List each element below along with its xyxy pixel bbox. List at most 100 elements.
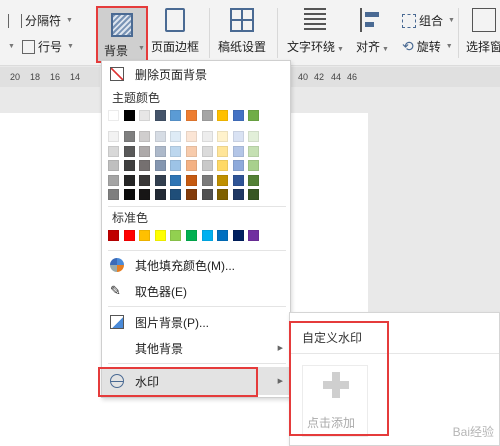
ruler-right: 40 42 44 46 bbox=[290, 67, 500, 87]
rotate-button[interactable]: ⟲ 旋转 ▼ bbox=[402, 38, 453, 55]
color-swatch[interactable] bbox=[185, 230, 197, 241]
color-swatch[interactable] bbox=[170, 230, 182, 241]
selection-pane-button[interactable]: 选择窗 bbox=[466, 8, 500, 55]
color-swatch[interactable] bbox=[123, 174, 135, 186]
color-swatch[interactable] bbox=[232, 189, 244, 200]
group-button[interactable]: 组合 ▼ bbox=[402, 12, 455, 29]
color-swatch[interactable] bbox=[123, 230, 135, 241]
color-swatch[interactable] bbox=[185, 189, 197, 200]
color-swatch[interactable] bbox=[139, 230, 151, 241]
color-swatch[interactable] bbox=[108, 110, 119, 121]
theme-colors-row bbox=[108, 110, 260, 121]
color-swatch[interactable] bbox=[154, 174, 166, 186]
text-wrap-button[interactable]: 文字环绕 ▼ bbox=[287, 8, 344, 55]
color-swatch[interactable] bbox=[201, 189, 213, 200]
color-swatch[interactable] bbox=[170, 174, 182, 186]
color-swatch[interactable] bbox=[217, 110, 229, 121]
color-swatch[interactable] bbox=[123, 110, 135, 121]
line-number-button[interactable]: ▼ 行号 ▼ bbox=[8, 38, 74, 55]
color-swatch[interactable] bbox=[108, 145, 119, 157]
color-swatch[interactable] bbox=[248, 189, 260, 200]
color-swatch[interactable] bbox=[108, 230, 119, 241]
color-swatch[interactable] bbox=[123, 189, 135, 200]
color-swatch[interactable] bbox=[185, 160, 197, 171]
color-swatch[interactable] bbox=[201, 160, 213, 171]
color-swatch[interactable] bbox=[170, 160, 182, 171]
picture-background-item[interactable]: 图片背景(P)... bbox=[102, 311, 290, 333]
other-background-item[interactable]: 其他背景 ▶ bbox=[102, 337, 290, 359]
color-swatch[interactable] bbox=[201, 174, 213, 186]
more-fill-colors-item[interactable]: 其他填充颜色(M)... bbox=[102, 254, 290, 276]
chevron-right-icon: ▶ bbox=[277, 378, 283, 385]
color-swatch[interactable] bbox=[108, 131, 119, 142]
color-swatch[interactable] bbox=[139, 160, 151, 171]
color-swatch[interactable] bbox=[154, 145, 166, 157]
color-swatch[interactable] bbox=[217, 160, 229, 171]
color-swatch[interactable] bbox=[217, 145, 229, 157]
color-swatch[interactable] bbox=[108, 189, 119, 200]
page-border-button[interactable]: 页面边框 bbox=[151, 8, 199, 55]
color-swatch[interactable] bbox=[232, 174, 244, 186]
background-button[interactable]: 背景 ▼ bbox=[96, 6, 148, 63]
color-swatch[interactable] bbox=[170, 189, 182, 200]
color-swatch[interactable] bbox=[108, 174, 119, 186]
color-swatch[interactable] bbox=[217, 131, 229, 142]
page-border-icon bbox=[165, 8, 185, 32]
color-swatch[interactable] bbox=[139, 189, 151, 200]
color-swatch[interactable] bbox=[185, 110, 197, 121]
chevron-down-icon: ▼ bbox=[445, 43, 453, 50]
color-swatch[interactable] bbox=[248, 230, 260, 241]
color-swatch[interactable] bbox=[217, 189, 229, 200]
page-break-button[interactable]: 分隔符 ▼ bbox=[8, 12, 73, 29]
color-swatch[interactable] bbox=[154, 160, 166, 171]
color-swatch[interactable] bbox=[248, 160, 260, 171]
color-wheel-icon bbox=[110, 258, 124, 272]
color-swatch[interactable] bbox=[232, 230, 244, 241]
color-swatch[interactable] bbox=[170, 145, 182, 157]
color-swatch[interactable] bbox=[139, 131, 151, 142]
grid-paper-icon bbox=[230, 8, 254, 32]
color-swatch[interactable] bbox=[139, 110, 151, 121]
color-swatch[interactable] bbox=[123, 131, 135, 142]
standard-colors-label: 标准色 bbox=[112, 211, 149, 225]
color-swatch[interactable] bbox=[232, 131, 244, 142]
color-swatch[interactable] bbox=[154, 110, 166, 121]
color-swatch[interactable] bbox=[170, 110, 182, 121]
color-swatch[interactable] bbox=[201, 230, 213, 241]
background-icon bbox=[111, 13, 133, 37]
group-icon bbox=[402, 13, 416, 28]
eyedropper-item[interactable]: ✎ 取色器(E) bbox=[102, 280, 290, 302]
color-swatch[interactable] bbox=[201, 110, 213, 121]
color-swatch[interactable] bbox=[123, 145, 135, 157]
color-swatch[interactable] bbox=[217, 174, 229, 186]
color-swatch[interactable] bbox=[232, 110, 244, 121]
color-swatch[interactable] bbox=[139, 145, 151, 157]
color-swatch[interactable] bbox=[185, 174, 197, 186]
chevron-down-icon: ▼ bbox=[66, 17, 73, 24]
color-swatch[interactable] bbox=[123, 160, 135, 171]
color-swatch[interactable] bbox=[248, 145, 260, 157]
color-swatch[interactable] bbox=[154, 189, 166, 200]
align-button[interactable]: 对齐 ▼ bbox=[356, 8, 389, 55]
color-swatch[interactable] bbox=[170, 131, 182, 142]
color-swatch[interactable] bbox=[185, 145, 197, 157]
color-swatch[interactable] bbox=[232, 145, 244, 157]
color-swatch[interactable] bbox=[139, 174, 151, 186]
color-swatch[interactable] bbox=[154, 230, 166, 241]
color-swatch[interactable] bbox=[185, 131, 197, 142]
color-swatch[interactable] bbox=[248, 174, 260, 186]
color-swatch[interactable] bbox=[217, 230, 229, 241]
highlight-box bbox=[98, 367, 258, 397]
color-swatch[interactable] bbox=[248, 131, 260, 142]
delete-page-background-item[interactable]: 删除页面背景 bbox=[102, 63, 290, 85]
text-wrap-icon bbox=[304, 8, 327, 32]
color-swatch[interactable] bbox=[108, 160, 119, 171]
color-swatch[interactable] bbox=[201, 131, 213, 142]
paper-setting-button[interactable]: 稿纸设置 bbox=[218, 8, 266, 55]
standard-colors-row bbox=[108, 230, 260, 241]
color-swatch[interactable] bbox=[201, 145, 213, 157]
color-swatch[interactable] bbox=[248, 110, 260, 121]
chevron-down-icon: ▼ bbox=[448, 17, 455, 24]
color-swatch[interactable] bbox=[232, 160, 244, 171]
color-swatch[interactable] bbox=[154, 131, 166, 142]
